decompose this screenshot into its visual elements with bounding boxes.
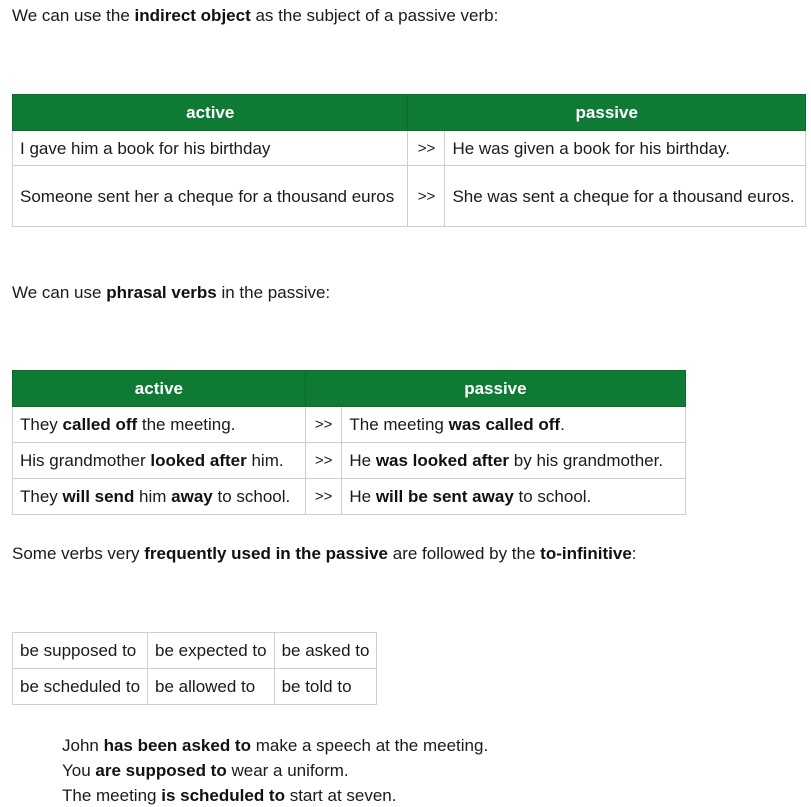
example-sentence: You are supposed to wear a uniform.: [62, 761, 349, 780]
passive-cell: The meeting was called off.: [341, 406, 686, 443]
verb-cell: be supposed to: [11, 632, 149, 669]
passive-cell: He was looked after by his grandmother.: [341, 442, 686, 479]
active-cell: His grandmother looked after him.: [12, 442, 306, 479]
table-row: His grandmother looked after him. >> He …: [12, 442, 686, 479]
indirect-object-table: active passive I gave him a book for his…: [11, 94, 806, 227]
arrow-cell: >>: [407, 165, 446, 227]
arrow-cell: >>: [304, 442, 343, 479]
table-row: Someone sent her a cheque for a thousand…: [11, 165, 806, 227]
active-cell: They will send him away to school.: [12, 478, 306, 515]
table-row: be scheduled to be allowed to be told to: [11, 668, 378, 705]
verb-cell: be asked to: [273, 632, 378, 669]
active-cell: They called off the meeting.: [12, 406, 306, 443]
arrow-cell: >>: [304, 478, 343, 515]
example-sentence: John has been asked to make a speech at …: [62, 736, 489, 755]
active-cell: Someone sent her a cheque for a thousand…: [11, 165, 409, 227]
verb-cell: be told to: [273, 668, 378, 705]
passive-cell: He was given a book for his birthday.: [444, 130, 806, 166]
table-row: be supposed to be expected to be asked t…: [11, 632, 378, 669]
example-sentences: John has been asked to make a speech at …: [62, 733, 488, 807]
header-passive: passive: [407, 94, 806, 131]
verb-cell: be scheduled to: [11, 668, 149, 705]
header-passive: passive: [304, 370, 687, 407]
active-cell: I gave him a book for his birthday: [11, 130, 409, 166]
intro-phrasal-verbs: We can use phrasal verbs in the passive:: [12, 283, 331, 302]
passive-cell: He will be sent away to school.: [341, 478, 686, 515]
example-sentence: The meeting is scheduled to start at sev…: [62, 786, 397, 805]
verb-cell: be allowed to: [147, 668, 275, 705]
passive-cell: She was sent a cheque for a thousand eur…: [444, 165, 806, 227]
table-row: They will send him away to school. >> He…: [12, 478, 686, 515]
arrow-cell: >>: [304, 406, 343, 443]
intro-to-infinitive: Some verbs very frequently used in the p…: [12, 544, 637, 563]
to-infinitive-verbs-table: be supposed to be expected to be asked t…: [11, 632, 378, 705]
table-row: I gave him a book for his birthday >> He…: [11, 130, 806, 166]
header-active: active: [11, 94, 409, 131]
arrow-cell: >>: [407, 130, 446, 166]
header-active: active: [12, 370, 306, 407]
verb-cell: be expected to: [147, 632, 275, 669]
phrasal-verbs-table: active passive They called off the meeti…: [12, 370, 687, 515]
intro-indirect-object: We can use the indirect object as the su…: [12, 6, 499, 25]
table-row: They called off the meeting. >> The meet…: [12, 406, 686, 443]
